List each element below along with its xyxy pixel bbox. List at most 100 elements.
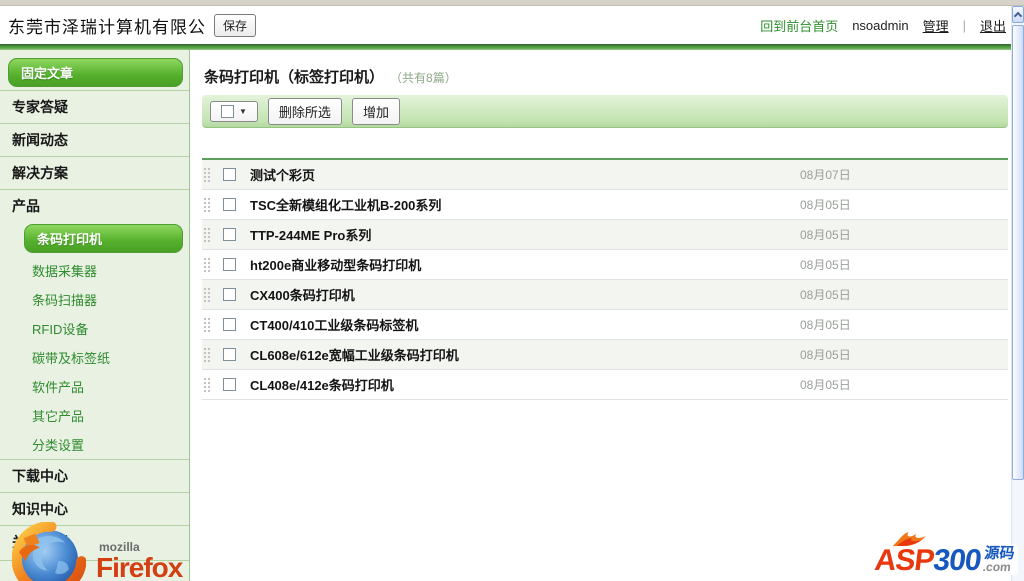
watermark-cn: 源码 (983, 545, 1016, 562)
username: nsoadmin (852, 17, 909, 33)
flame-icon (890, 530, 933, 553)
article-title[interactable]: CX400条码打印机 (250, 285, 800, 304)
sidebar-item[interactable]: 固定文章 (8, 58, 183, 87)
sidebar-item[interactable]: 软件产品 (24, 372, 183, 401)
sidebar-item[interactable]: 下载中心 (0, 459, 189, 492)
sidebar-item-label: 碳带及标签纸 (32, 351, 111, 366)
main-content: 条码打印机（标签打印机） （共有8篇） ▼ 删除所选 增加 测试个彩页 08月0… (190, 50, 1024, 581)
front-home-link[interactable]: 回到前台首页 (760, 16, 838, 35)
sidebar-item-label: 其它产品 (32, 409, 85, 424)
row-checkbox[interactable] (223, 348, 236, 361)
drag-handle-icon[interactable] (203, 316, 211, 333)
page-title-row: 条码打印机（标签打印机） （共有8篇） (202, 60, 1010, 95)
drag-handle-icon[interactable] (203, 256, 211, 273)
row-checkbox[interactable] (223, 318, 236, 331)
article-table: 测试个彩页 08月07日 TSC全新模组化工业机B-200系列 08月05日 T… (202, 158, 1008, 400)
row-checkbox[interactable] (223, 228, 236, 241)
manage-link[interactable]: 管理 (923, 16, 949, 35)
body-layout: 固定文章专家答疑新闻动态解决方案产品条码打印机数据采集器条码扫描器 RFID设备碳… (0, 50, 1024, 581)
select-all-dropdown[interactable]: ▼ (210, 100, 258, 122)
table-row[interactable]: CX400条码打印机 08月05日 (202, 280, 1008, 310)
logout-link[interactable]: 退出 (980, 16, 1006, 35)
sidebar-item-label: 数据采集器 (32, 264, 98, 279)
table-row[interactable]: 测试个彩页 08月07日 (202, 160, 1008, 190)
article-date: 08月07日 (800, 168, 851, 182)
sidebar-item[interactable]: 碳带及标签纸 (24, 343, 183, 372)
sidebar-item[interactable]: 专家答疑 (0, 90, 189, 123)
row-checkbox[interactable] (223, 198, 236, 211)
article-count: （共有8篇） (390, 71, 457, 85)
table-row[interactable]: CL608e/612e宽幅工业级条码打印机 08月05日 (202, 340, 1008, 370)
article-title[interactable]: CL408e/412e条码打印机 (250, 375, 800, 394)
article-title[interactable]: CL608e/612e宽幅工业级条码打印机 (250, 345, 800, 364)
sidebar-item-label: 解决方案 (12, 165, 68, 181)
sidebar-item-label: RFID设备 (32, 322, 89, 337)
chevron-down-icon: ▼ (239, 106, 247, 116)
table-row[interactable]: ht200e商业移动型条码打印机 08月05日 (202, 250, 1008, 280)
sidebar-item-label: 固定文章 (21, 66, 74, 81)
sidebar-item-label: 知识中心 (12, 501, 68, 517)
article-date: 08月05日 (800, 228, 851, 242)
row-checkbox[interactable] (223, 168, 236, 181)
delete-selected-button[interactable]: 删除所选 (267, 97, 342, 125)
toolbar: ▼ 删除所选 增加 (202, 95, 1008, 128)
sidebar-item[interactable]: 其它产品 (24, 401, 183, 430)
sidebar-item[interactable]: 新闻动态 (0, 123, 189, 156)
article-title[interactable]: 测试个彩页 (250, 165, 800, 184)
article-date: 08月05日 (800, 318, 851, 332)
drag-handle-icon[interactable] (203, 166, 211, 183)
article-date: 08月05日 (800, 348, 851, 362)
drag-handle-icon[interactable] (203, 286, 211, 303)
sidebar-item-label: 产品 (12, 198, 40, 214)
sidebar-item[interactable]: 条码打印机 (24, 224, 183, 253)
watermark-300: 300 (931, 543, 983, 577)
drag-handle-icon[interactable] (203, 376, 211, 393)
scroll-up-button[interactable] (1012, 6, 1024, 23)
save-button[interactable]: 保存 (214, 13, 257, 37)
sidebar-item[interactable]: 分类设置 (24, 430, 183, 459)
watermark-com: .com (982, 560, 1012, 574)
site-title: 东莞市泽瑞计算机有限公 (8, 17, 206, 37)
sidebar-item[interactable]: RFID设备 (24, 314, 183, 343)
sidebar-item[interactable]: 数据采集器 (24, 256, 183, 285)
table-row[interactable]: CL408e/412e条码打印机 08月05日 (202, 370, 1008, 400)
scrollbar[interactable] (1011, 6, 1024, 581)
links-separator: | (962, 17, 966, 33)
header-left: 东莞市泽瑞计算机有限公 保存 (8, 13, 257, 38)
sidebar-item[interactable]: 解决方案 (0, 156, 189, 189)
article-title[interactable]: CT400/410工业级条码标签机 (250, 315, 800, 334)
sidebar-item-label: 下载中心 (12, 468, 68, 484)
row-checkbox[interactable] (223, 288, 236, 301)
add-button[interactable]: 增加 (351, 97, 400, 125)
article-title[interactable]: TTP-244ME Pro系列 (250, 225, 800, 244)
table-row[interactable]: TTP-244ME Pro系列 08月05日 (202, 220, 1008, 250)
chevron-up-icon (1013, 11, 1023, 21)
scrollbar-thumb[interactable] (1012, 25, 1024, 480)
firefox-globe-icon (11, 521, 87, 581)
watermark-suffix: 源码 .com (982, 545, 1016, 574)
sidebar-item[interactable]: 产品 (0, 189, 189, 222)
article-date: 08月05日 (800, 378, 851, 392)
sidebar-item-label: 分类设置 (32, 438, 85, 453)
article-date: 08月05日 (800, 258, 851, 272)
sidebar-item-label: 条码打印机 (37, 232, 103, 247)
drag-handle-icon[interactable] (203, 196, 211, 213)
drag-handle-icon[interactable] (203, 226, 211, 243)
asp300-wordmark: ASP 300 源码 .com (873, 532, 1016, 577)
article-date: 08月05日 (800, 288, 851, 302)
article-title[interactable]: ht200e商业移动型条码打印机 (250, 255, 800, 274)
drag-handle-icon[interactable] (203, 346, 211, 363)
table-row[interactable]: CT400/410工业级条码标签机 08月05日 (202, 310, 1008, 340)
row-checkbox[interactable] (223, 378, 236, 391)
checkbox-icon (221, 104, 234, 118)
sidebar-item[interactable]: 知识中心 (0, 492, 189, 525)
article-date: 08月05日 (800, 198, 851, 212)
firefox-logo: mozilla Firefox (11, 521, 183, 581)
header: 东莞市泽瑞计算机有限公 保存 回到前台首页 nsoadmin 管理 | 退出 (0, 6, 1024, 44)
table-row[interactable]: TSC全新模组化工业机B-200系列 08月05日 (202, 190, 1008, 220)
sidebar-item-label: 专家答疑 (12, 99, 68, 115)
row-checkbox[interactable] (223, 258, 236, 271)
article-title[interactable]: TSC全新模组化工业机B-200系列 (250, 195, 800, 214)
asp300-watermark: ASP 300 源码 .com (871, 532, 1018, 577)
sidebar-item[interactable]: 条码扫描器 (24, 285, 183, 314)
